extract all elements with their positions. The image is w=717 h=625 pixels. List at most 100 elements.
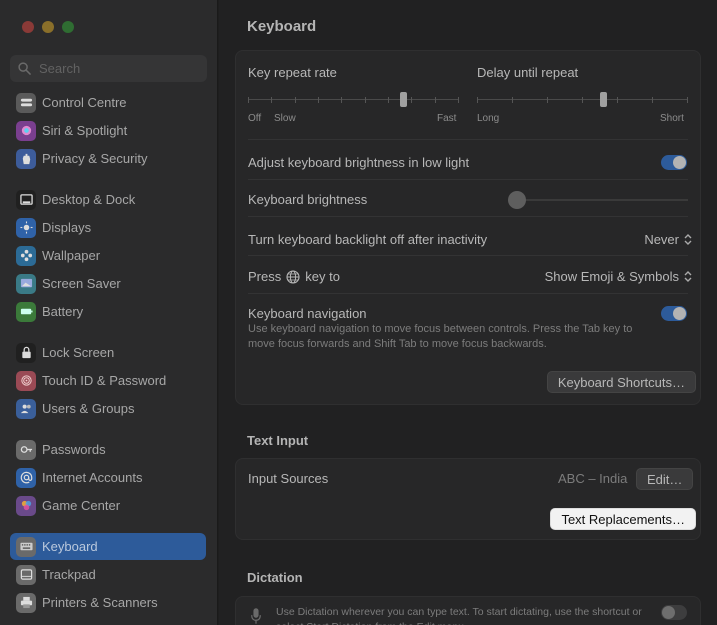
press-key-value: Show Emoji & Symbols — [544, 269, 679, 284]
dock-icon — [16, 189, 36, 210]
siri-icon — [16, 120, 36, 141]
sidebar-item-label: Printers & Scanners — [42, 595, 158, 610]
search-field[interactable] — [10, 55, 207, 82]
slider-tick — [318, 97, 319, 103]
displays-icon — [16, 217, 36, 238]
sidebar-item-label: Displays — [42, 220, 92, 235]
slider-tick — [411, 97, 412, 103]
delay-repeat-label: Delay until repeat — [477, 65, 579, 80]
text-replacements-button[interactable]: Text Replacements… — [550, 508, 696, 530]
sidebar-item-label: Game Center — [42, 498, 121, 513]
sidebar-item-displays[interactable]: Displays — [10, 214, 206, 241]
divider — [248, 139, 688, 140]
sidebar-item-label: Lock Screen — [42, 345, 115, 360]
slider-tick — [582, 97, 583, 103]
sidebar-item-printers-and-scanners[interactable]: Printers & Scanners — [10, 589, 206, 616]
sidebar-item-label: Passwords — [42, 442, 106, 457]
delay-repeat-slider[interactable] — [477, 91, 688, 111]
key-icon — [16, 439, 36, 460]
slider-tick — [547, 97, 548, 103]
zoom-window-button[interactable] — [62, 21, 74, 33]
hand-icon — [16, 148, 36, 169]
slider-tick — [295, 97, 296, 103]
slider-tick — [341, 97, 342, 103]
dictation-section-title: Dictation — [247, 570, 303, 585]
slider-tick — [512, 97, 513, 103]
slider-tick — [271, 97, 272, 103]
adjust-brightness-toggle[interactable] — [661, 155, 687, 170]
keyboard-brightness-knob[interactable] — [508, 191, 526, 209]
keyboard-navigation-toggle[interactable] — [661, 306, 687, 321]
keyboard-settings-card: Key repeat rate Off Slow Fast Delay unti… — [235, 50, 701, 405]
keyboard-brightness-label: Keyboard brightness — [248, 192, 368, 207]
text-input-section-title: Text Input — [247, 433, 309, 448]
globe-icon — [286, 269, 300, 284]
sidebar-item-wallpaper[interactable]: Wallpaper — [10, 242, 206, 269]
text-input-card: Input Sources ABC – India Edit… Text Rep… — [235, 458, 701, 540]
sidebar-item-privacy-and-security[interactable]: Privacy & Security — [10, 145, 206, 172]
edit-input-sources-button[interactable]: Edit… — [636, 468, 694, 490]
sidebar-item-label: Trackpad — [42, 567, 96, 582]
lock-icon — [16, 342, 36, 363]
sidebar-item-battery[interactable]: Battery — [10, 298, 206, 325]
window-controls — [22, 21, 74, 33]
minimize-window-button[interactable] — [42, 21, 54, 33]
sidebar-item-screen-saver[interactable]: Screen Saver — [10, 270, 206, 297]
dictation-card: Use Dictation wherever you can type text… — [235, 596, 701, 625]
sidebar-item-control-centre[interactable]: Control Centre — [10, 89, 206, 116]
press-key-label-after: key to — [305, 269, 340, 284]
backlight-off-label: Turn keyboard backlight off after inacti… — [248, 232, 488, 247]
sidebar-item-touch-id-and-password[interactable]: Touch ID & Password — [10, 367, 206, 394]
delay-repeat-long-label: Long — [477, 113, 500, 124]
keyboard-brightness-slider[interactable] — [508, 190, 688, 210]
users-icon — [16, 398, 36, 419]
press-key-label-before: Press — [248, 269, 282, 284]
sidebar-item-label: Desktop & Dock — [42, 192, 136, 207]
sidebar-item-passwords[interactable]: Passwords — [10, 436, 206, 463]
sidebar-item-users-and-groups[interactable]: Users & Groups — [10, 395, 206, 422]
key-repeat-slider[interactable] — [248, 91, 459, 111]
dictation-toggle[interactable] — [661, 605, 687, 620]
sidebar-item-desktop-and-dock[interactable]: Desktop & Dock — [10, 186, 206, 213]
sidebar-item-internet-accounts[interactable]: Internet Accounts — [10, 464, 206, 491]
game-center-icon — [16, 495, 36, 516]
dictation-description: Use Dictation wherever you can type text… — [276, 606, 642, 625]
input-sources-label: Input Sources — [248, 471, 329, 486]
slider-tick — [652, 97, 653, 103]
sidebar-item-label: Keyboard — [42, 539, 98, 554]
microphone-icon — [251, 608, 261, 624]
slider-tick — [435, 97, 436, 103]
key-repeat-fast-label: Fast — [437, 113, 457, 124]
delay-repeat-short-label: Short — [660, 113, 684, 124]
sidebar-item-trackpad[interactable]: Trackpad — [10, 561, 206, 588]
key-repeat-label: Key repeat rate — [248, 65, 337, 80]
sidebar-item-label: Screen Saver — [42, 276, 121, 291]
sidebar: Control Centre Siri & Spotlight Privacy & … — [0, 0, 218, 625]
page-title: Keyboard — [247, 18, 317, 35]
sidebar-item-keyboard[interactable]: Keyboard — [10, 533, 206, 560]
delay-repeat-slider-knob[interactable] — [600, 92, 607, 107]
divider — [248, 216, 688, 217]
fingerprint-icon — [16, 370, 36, 391]
input-sources-value: ABC – India — [558, 471, 628, 486]
sidebar-item-label: Internet Accounts — [42, 470, 143, 485]
slider-tick — [248, 97, 249, 103]
sidebar-item-label: Battery — [42, 304, 84, 319]
keyboard-navigation-description: Use keyboard navigation to move focus be… — [248, 323, 633, 350]
press-key-popup[interactable]: Show Emoji & Symbols — [545, 269, 692, 284]
sidebar-item-siri-and-spotlight[interactable]: Siri & Spotlight — [10, 117, 206, 144]
keyboard-shortcuts-button[interactable]: Keyboard Shortcuts… — [546, 371, 696, 393]
control-centre-icon — [16, 92, 36, 113]
wallpaper-icon — [16, 245, 36, 266]
chevron-up-down-icon — [684, 234, 692, 245]
search-input[interactable] — [39, 61, 189, 76]
close-window-button[interactable] — [22, 21, 34, 33]
at-icon — [16, 467, 36, 488]
sidebar-item-lock-screen[interactable]: Lock Screen — [10, 339, 206, 366]
backlight-off-popup[interactable]: Never — [644, 232, 692, 247]
divider — [248, 293, 688, 294]
key-repeat-slider-knob[interactable] — [400, 92, 407, 107]
battery-icon — [16, 301, 36, 322]
sidebar-item-game-center[interactable]: Game Center — [10, 492, 206, 519]
slider-tick — [687, 97, 688, 103]
